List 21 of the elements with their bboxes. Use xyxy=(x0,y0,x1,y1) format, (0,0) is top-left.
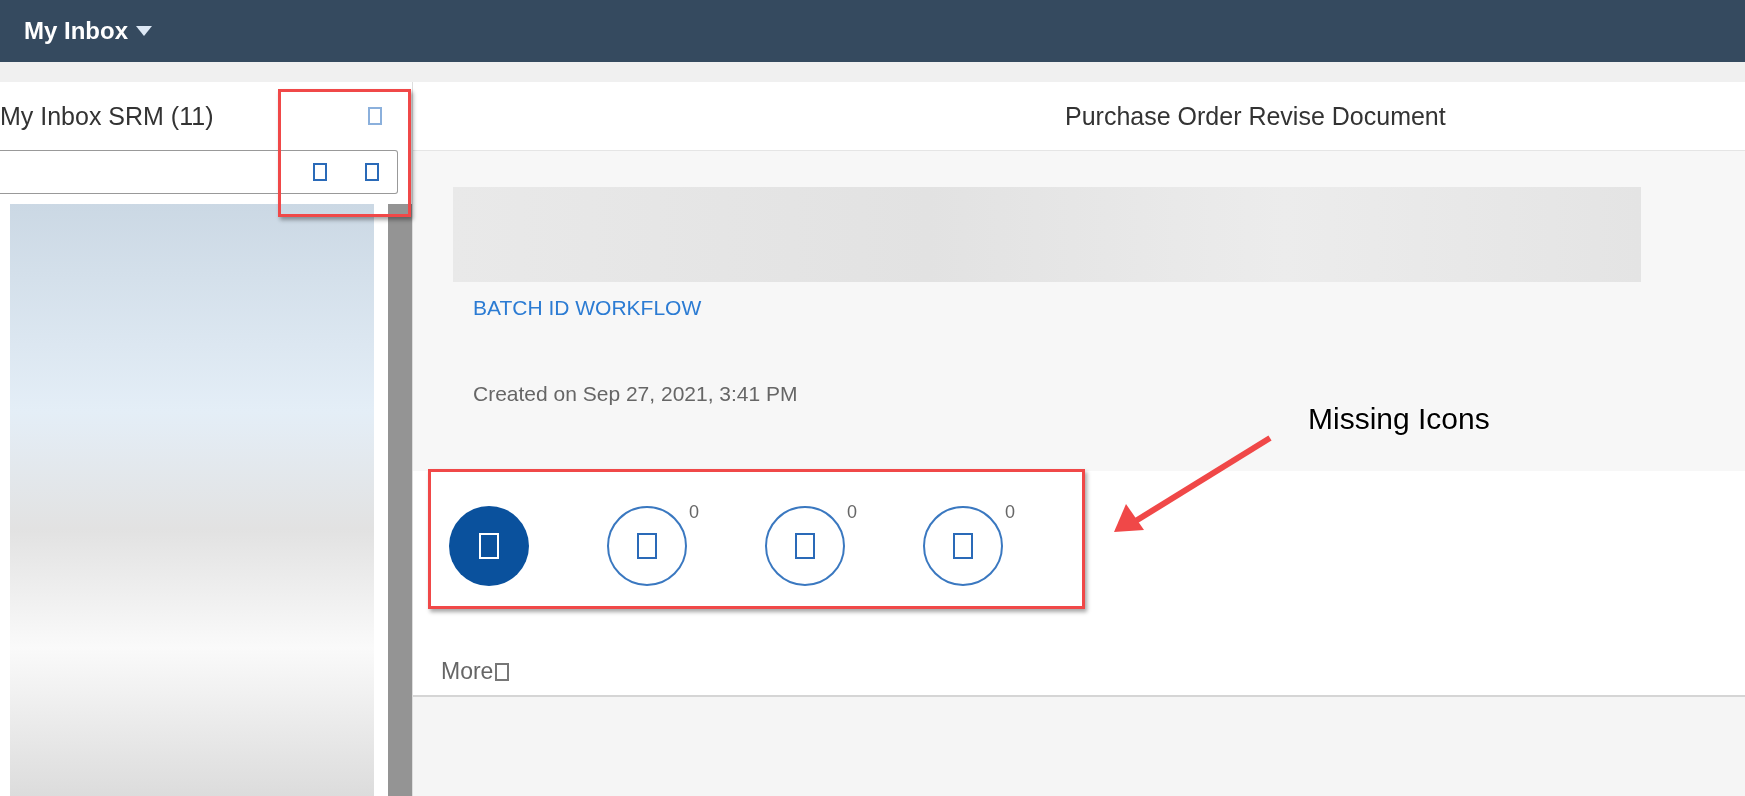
annotation-label: Missing Icons xyxy=(1308,402,1490,436)
placeholder-icon xyxy=(313,163,327,181)
more-link[interactable]: More xyxy=(441,658,510,685)
workflow-link[interactable]: BATCH ID WORKFLOW xyxy=(473,296,702,320)
tab-count: 0 xyxy=(1005,502,1015,523)
caret-icon xyxy=(136,26,152,36)
placeholder-icon xyxy=(495,662,510,681)
placeholder-icon xyxy=(795,533,815,559)
detail-title: Purchase Order Revise Document xyxy=(1065,101,1446,131)
placeholder-icon xyxy=(637,533,657,559)
tab-count: 0 xyxy=(689,502,699,523)
placeholder-icon xyxy=(368,107,382,125)
placeholder-icon xyxy=(365,163,379,181)
tab-count: 0 xyxy=(847,502,857,523)
created-date: Created on Sep 27, 2021, 3:41 PM xyxy=(473,382,799,406)
shell-title-menu[interactable]: My Inbox xyxy=(24,17,152,45)
placeholder-icon xyxy=(479,533,499,559)
list-title: My Inbox SRM (11) xyxy=(0,101,214,131)
search-field[interactable] xyxy=(0,150,398,194)
placeholder-icon xyxy=(953,533,973,559)
scrollbar[interactable] xyxy=(388,204,412,796)
